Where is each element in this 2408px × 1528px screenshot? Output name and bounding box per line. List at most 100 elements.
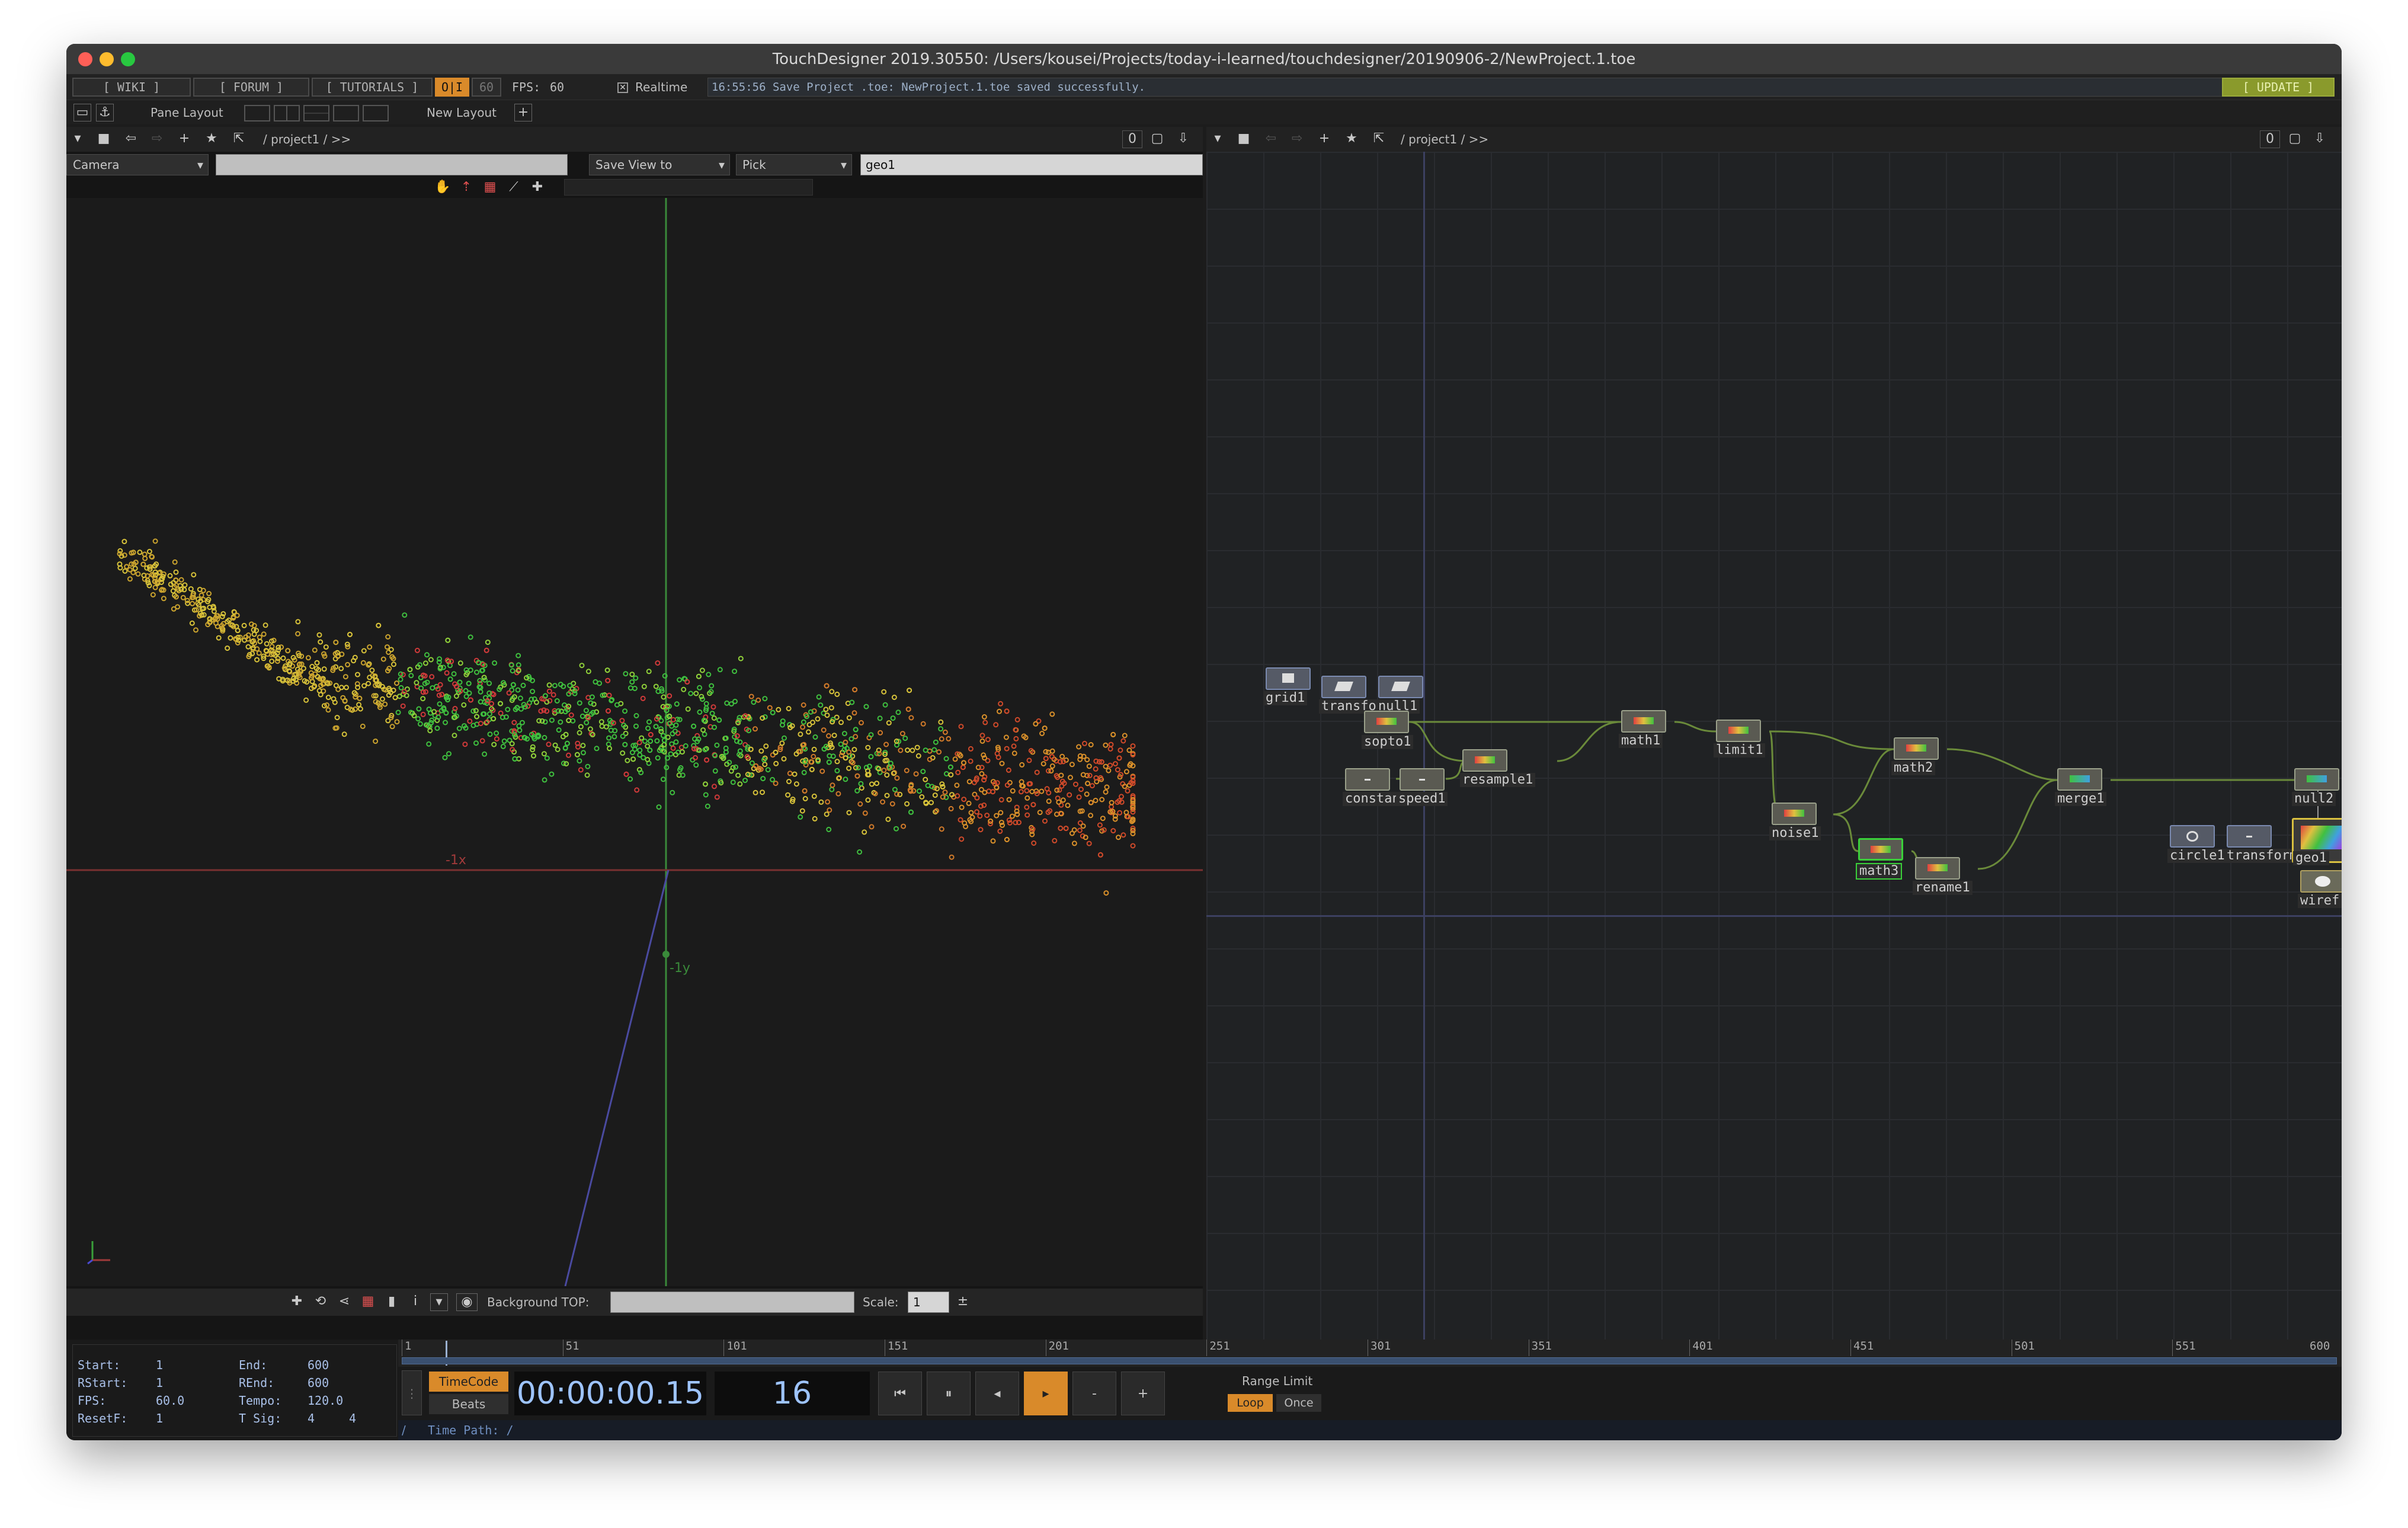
point	[594, 746, 600, 752]
forum-button[interactable]: [ FORUM ]	[193, 78, 309, 97]
split-icon[interactable]: ⇩	[1174, 130, 1192, 147]
pick-dropdown[interactable]: Pick ▾	[736, 154, 852, 175]
node-grid1[interactable]	[1266, 667, 1311, 690]
rend-value[interactable]: 600	[308, 1374, 329, 1391]
timeline-ruler[interactable]: 1 51 101 151 201 251 301 351 401 451 501 551 600	[398, 1340, 2342, 1367]
scale-field[interactable]: 1	[908, 1292, 949, 1313]
node-null1[interactable]	[1378, 676, 1423, 698]
node-math1[interactable]	[1621, 710, 1666, 733]
background-top-field[interactable]	[610, 1292, 854, 1313]
move-icon[interactable]: ✚	[529, 179, 546, 196]
image-icon[interactable]: ▭	[73, 104, 91, 122]
pane-menu-icon[interactable]: ▾	[70, 130, 85, 147]
play-reverse-icon[interactable]: ◂	[975, 1372, 1019, 1415]
layout-four-icon[interactable]	[363, 105, 389, 122]
timeline-range-bar[interactable]	[402, 1357, 2337, 1364]
display-options-icon[interactable]: ▾	[430, 1293, 448, 1311]
end-value[interactable]: 600	[308, 1357, 329, 1373]
tool-option-field[interactable]	[564, 179, 813, 196]
grid-icon[interactable]: ▦	[359, 1293, 377, 1310]
node-transform2[interactable]	[2227, 825, 2272, 848]
camera-field[interactable]	[216, 154, 568, 175]
brush-icon[interactable]: ⟋	[505, 179, 523, 196]
beats-toggle[interactable]: Beats	[429, 1394, 508, 1414]
select-icon[interactable]: ⇡	[457, 179, 475, 196]
node-wireframe1[interactable]	[2300, 870, 2342, 893]
counter-box[interactable]: 0	[1122, 130, 1142, 148]
step-forward-icon[interactable]: +	[1121, 1372, 1165, 1415]
camera-snapshot-icon[interactable]: ◉	[456, 1293, 478, 1311]
node-merge1[interactable]	[2057, 768, 2102, 791]
point	[544, 755, 550, 761]
forward-icon[interactable]: ⇨	[149, 130, 165, 147]
tsig-numerator[interactable]: 4	[308, 1410, 315, 1427]
save-view-dropdown[interactable]: Save View to ▾	[589, 154, 730, 175]
node-math2[interactable]	[1894, 737, 1939, 760]
info-icon[interactable]: i	[406, 1293, 424, 1310]
resetf-value[interactable]: 1	[156, 1410, 163, 1427]
snap-icon[interactable]: ⋖	[335, 1293, 353, 1310]
3d-viewport[interactable]: -1y -1x	[66, 198, 1203, 1287]
timeline-collapse-icon[interactable]: ⋮	[402, 1370, 422, 1415]
palette-icon[interactable]: ⚓	[96, 104, 114, 122]
tutorials-button[interactable]: [ TUTORIALS ]	[312, 78, 433, 97]
layout-split-vertical-icon[interactable]	[274, 105, 300, 122]
end-label: End:	[239, 1358, 268, 1372]
point	[942, 729, 948, 735]
frame-display[interactable]: 16	[715, 1372, 870, 1415]
layout-split-horizontal-icon[interactable]	[303, 105, 329, 122]
node-noise1[interactable]	[1772, 803, 1817, 825]
pause-icon[interactable]: ⏸	[927, 1372, 971, 1415]
update-button[interactable]: [ UPDATE ]	[2222, 78, 2335, 97]
tsig-denominator[interactable]: 4	[349, 1410, 356, 1427]
loop-toggle[interactable]: Loop	[1228, 1394, 1273, 1412]
maximize-icon[interactable]: ▢	[1148, 130, 1166, 147]
node-speed1[interactable]	[1400, 768, 1445, 791]
node-null2[interactable]	[2294, 768, 2339, 791]
back-icon[interactable]: ⇦	[123, 130, 139, 147]
play-icon[interactable]: ▸	[1024, 1372, 1068, 1415]
tempo-value[interactable]: 120.0	[308, 1392, 343, 1409]
node-limit1[interactable]	[1716, 720, 1761, 742]
node-transform1[interactable]	[1321, 676, 1366, 698]
link-icon[interactable]: ⇱	[231, 130, 246, 147]
point	[1030, 802, 1036, 808]
stop-icon[interactable]: ■	[96, 130, 111, 147]
scale-slider-icon[interactable]: ±	[955, 1293, 971, 1310]
rstart-value[interactable]: 1	[156, 1374, 163, 1391]
rewind-icon[interactable]: ⏮	[878, 1372, 922, 1415]
camera-dropdown[interactable]: Camera ▾	[66, 154, 209, 175]
fps-value[interactable]: 60.0	[156, 1392, 184, 1409]
point	[829, 689, 835, 695]
layout-three-icon[interactable]	[333, 105, 359, 122]
network-editor-pane[interactable]: ▾ ■ ⇦ ⇨ + ★ ⇱ / project1 / >> 0 ▢ ⇩ grid…	[1206, 127, 2342, 1340]
node-rename1[interactable]	[1915, 857, 1960, 880]
fps-box[interactable]: 60	[472, 78, 501, 97]
rotate-icon[interactable]: ⟲	[312, 1293, 329, 1310]
delete-icon[interactable]: ▮	[383, 1293, 401, 1310]
once-toggle[interactable]: Once	[1276, 1394, 1321, 1412]
node-circle1[interactable]	[2170, 825, 2215, 848]
geo-field[interactable]: geo1	[860, 154, 1203, 175]
node-resample1[interactable]	[1462, 749, 1507, 772]
point	[142, 555, 148, 561]
timecode-toggle[interactable]: TimeCode	[429, 1372, 508, 1392]
home-icon[interactable]: ✚	[288, 1293, 306, 1310]
grid-display-icon[interactable]: ▦	[481, 179, 499, 196]
add-icon[interactable]: +	[177, 130, 192, 147]
add-layout-icon[interactable]: +	[514, 104, 532, 122]
point	[810, 720, 815, 725]
node-constant1[interactable]	[1345, 768, 1390, 791]
hand-icon[interactable]: ✋	[434, 179, 451, 196]
power-toggle[interactable]: O|I	[435, 78, 469, 97]
layout-single-icon[interactable]	[244, 105, 270, 122]
step-back-icon[interactable]: -	[1072, 1372, 1116, 1415]
node-sopto1[interactable]	[1364, 711, 1409, 733]
timecode-display[interactable]: 00:00:00.15	[514, 1372, 706, 1415]
wiki-button[interactable]: [ WIKI ]	[72, 78, 191, 97]
left-pane-path[interactable]: / project1 / >>	[263, 131, 351, 148]
start-value[interactable]: 1	[156, 1357, 163, 1373]
star-icon[interactable]: ★	[204, 130, 219, 147]
node-math3[interactable]	[1858, 838, 1903, 861]
realtime-checkbox[interactable]: ✕	[617, 82, 628, 93]
